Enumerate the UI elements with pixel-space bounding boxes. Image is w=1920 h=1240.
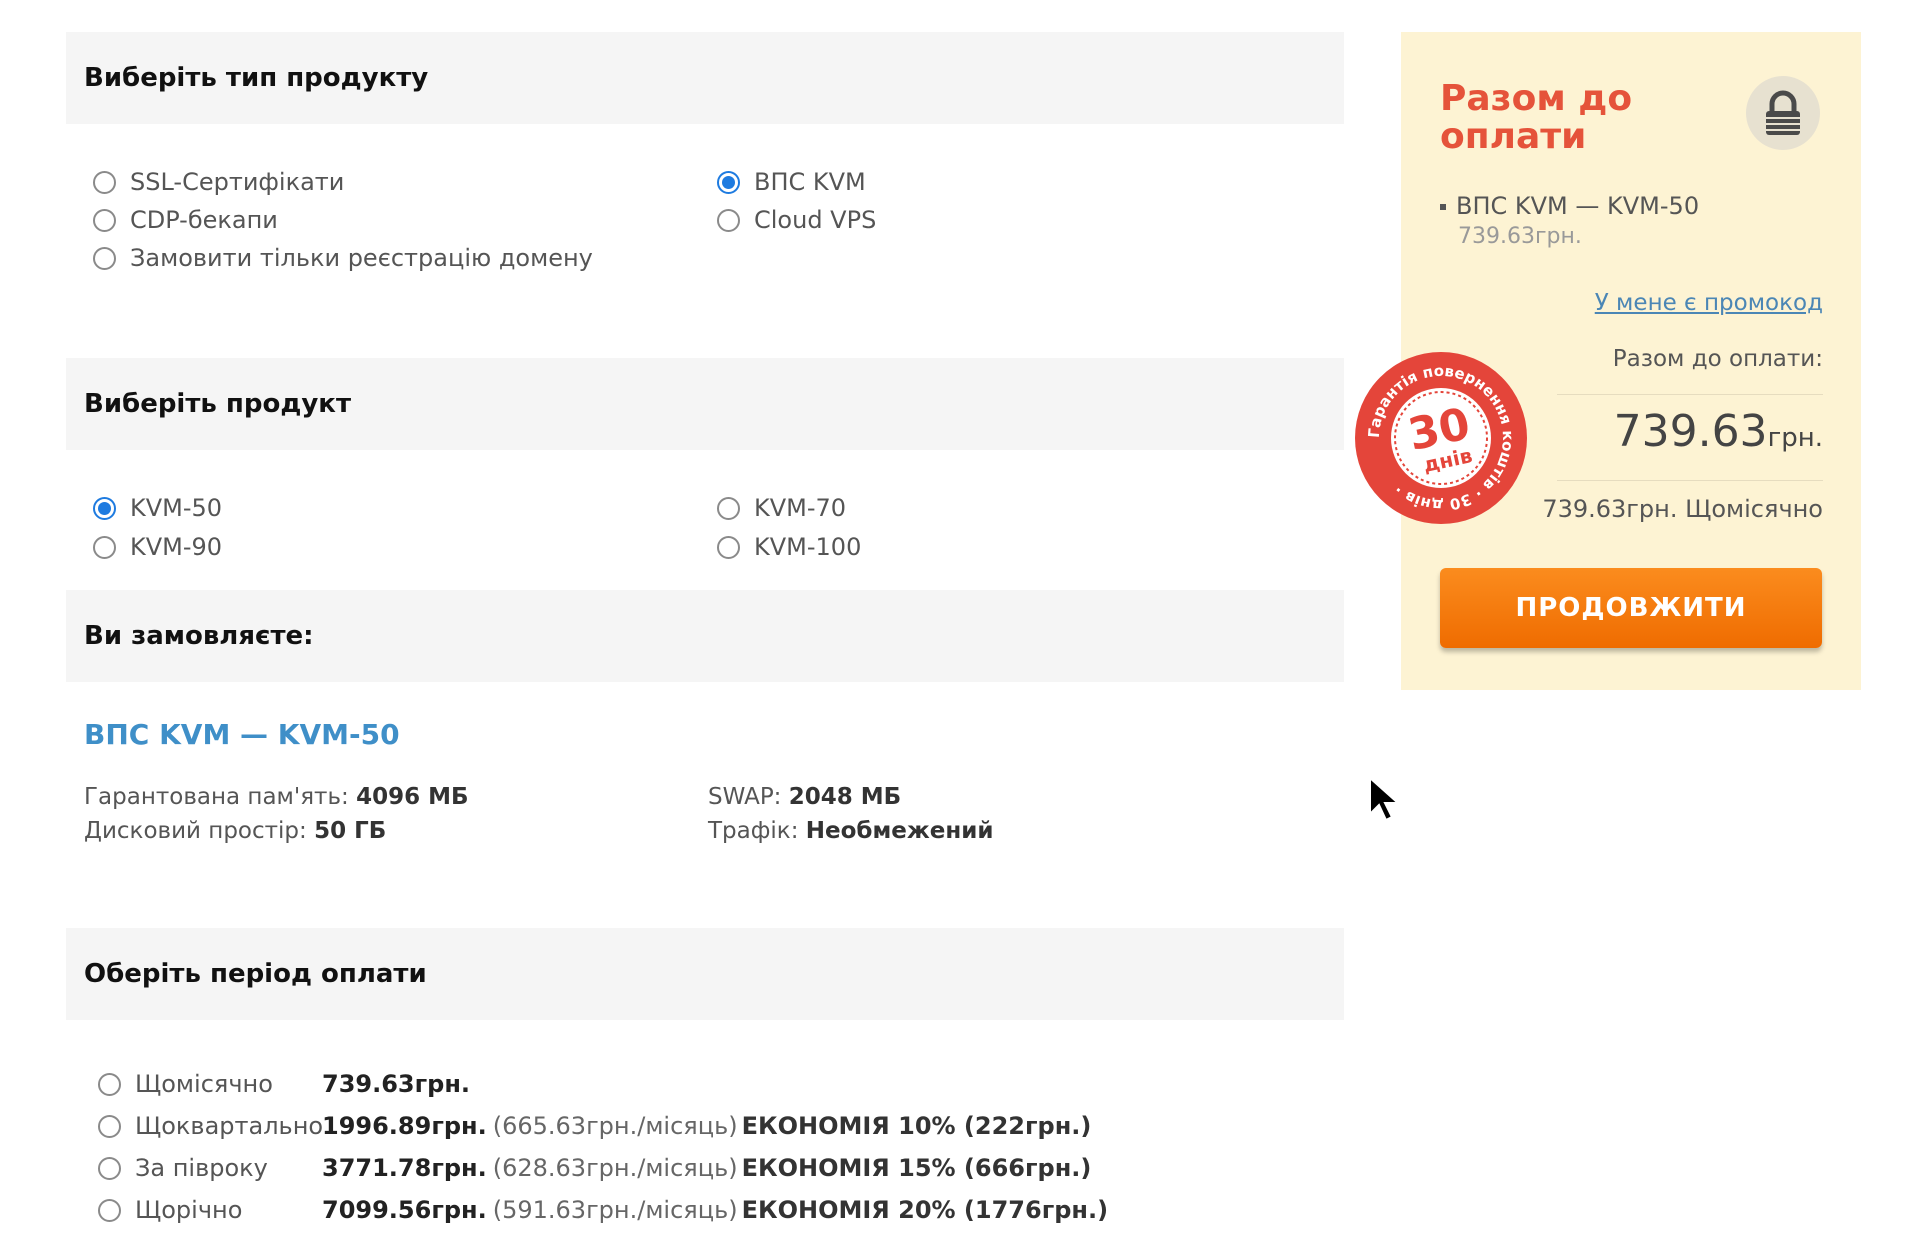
radio-label: Замовити тільки реєстрацію домену: [130, 244, 593, 272]
total-amount-value: 739.63: [1613, 406, 1768, 457]
period-price: 3771.78грн.: [322, 1154, 487, 1182]
period-label: За півроку: [135, 1154, 268, 1182]
radio-button[interactable]: [98, 1114, 121, 1138]
radio-button[interactable]: [717, 496, 740, 520]
radio-cloud-vps[interactable]: Cloud VPS: [717, 206, 876, 234]
period-price: 1996.89грн.: [322, 1112, 487, 1140]
radio-label: KVM-50: [130, 494, 223, 522]
radio-kvm-50[interactable]: KVM-50: [93, 494, 222, 522]
radio-button[interactable]: [98, 1156, 121, 1180]
radio-label: CDP-бекапи: [130, 206, 278, 234]
radio-button[interactable]: [93, 535, 116, 559]
order-product-title: ВПС KVM — KVM-50: [84, 718, 400, 751]
radio-button[interactable]: [93, 208, 116, 232]
product-type-heading: Виберіть тип продукту: [66, 32, 1344, 124]
period-monthly-price: (665.63грн./місяць): [492, 1112, 738, 1140]
product-heading: Виберіть продукт: [66, 358, 1344, 450]
radio-button[interactable]: [93, 246, 116, 270]
total-amount-currency: грн.: [1767, 423, 1823, 453]
spec-label: Дисковий простір:: [84, 818, 307, 844]
radio-button[interactable]: [98, 1198, 121, 1222]
radio-button[interactable]: [717, 535, 740, 559]
total-label: Разом до оплати:: [1612, 346, 1823, 372]
radio-label: KVM-100: [754, 533, 862, 561]
spec-value: 50 ГБ: [314, 818, 387, 844]
radio-label: Cloud VPS: [754, 206, 877, 234]
period-monthly[interactable]: Щомісячно 739.63грн.: [98, 1070, 476, 1098]
period-saving: ЕКОНОМІЯ 15% (666грн.): [741, 1154, 1092, 1182]
spec-memory: Гарантована пам'ять: 4096 МБ: [84, 784, 469, 810]
spec-label: Гарантована пам'ять:: [84, 784, 349, 810]
promo-code-link[interactable]: У мене є промокод: [1595, 290, 1823, 316]
period-label: Щомісячно: [135, 1070, 273, 1098]
period-yearly[interactable]: Щорічно 7099.56грн. (591.63грн./місяць) …: [98, 1196, 1108, 1224]
divider: [1557, 394, 1823, 395]
spec-disk: Дисковий простір: 50 ГБ: [84, 818, 386, 844]
total-period: 739.63грн. Щомісячно: [1542, 495, 1823, 523]
period-price: 739.63грн.: [322, 1070, 471, 1098]
radio-button[interactable]: [717, 208, 740, 232]
radio-button[interactable]: [98, 1072, 121, 1096]
radio-button[interactable]: [717, 170, 740, 194]
radio-button[interactable]: [93, 496, 116, 520]
billing-period-heading: Оберіть період оплати: [66, 928, 1344, 1020]
spec-value: 2048 МБ: [788, 784, 902, 810]
period-half-year[interactable]: За півроку 3771.78грн. (628.63грн./місяц…: [98, 1154, 1091, 1182]
spec-traffic: Трафік: Необмежений: [708, 818, 993, 844]
period-monthly-price: (628.63грн./місяць): [492, 1154, 738, 1182]
spec-value: 4096 МБ: [356, 784, 469, 810]
summary-item-price: 739.63грн.: [1458, 224, 1582, 249]
radio-label: SSL-Сертифікати: [130, 168, 345, 196]
summary-title: Разом до оплати: [1440, 78, 1633, 157]
period-saving: ЕКОНОМІЯ 20% (1776грн.): [741, 1196, 1109, 1224]
divider: [1557, 480, 1823, 481]
summary-item-name: ВПС KVM — KVM-50: [1440, 192, 1699, 220]
lock-icon: [1746, 76, 1820, 150]
radio-label: KVM-70: [754, 494, 847, 522]
cursor-icon: [1368, 775, 1404, 824]
radio-domain-only[interactable]: Замовити тільки реєстрацію домену: [93, 244, 593, 272]
radio-cdp-backups[interactable]: CDP-бекапи: [93, 206, 278, 234]
spec-value: Необмежений: [805, 818, 994, 844]
period-label: Щоквартально: [135, 1112, 324, 1140]
period-label: Щорічно: [135, 1196, 243, 1224]
radio-label: ВПС KVM: [754, 168, 866, 196]
spec-label: SWAP:: [708, 784, 782, 810]
money-back-guarantee-badge: Гарантія повернення коштів · 30 днів · 3…: [1353, 350, 1529, 526]
radio-label: KVM-90: [130, 533, 223, 561]
radio-ssl-certificates[interactable]: SSL-Сертифікати: [93, 168, 344, 196]
period-price: 7099.56грн.: [322, 1196, 487, 1224]
spec-label: Трафік:: [708, 818, 799, 844]
continue-button[interactable]: ПРОДОВЖИТИ: [1440, 568, 1822, 648]
period-saving: ЕКОНОМІЯ 10% (222грн.): [741, 1112, 1092, 1140]
total-amount: 739.63грн.: [1614, 406, 1823, 457]
radio-kvm-100[interactable]: KVM-100: [717, 533, 861, 561]
period-monthly-price: (591.63грн./місяць): [492, 1196, 738, 1224]
spec-swap: SWAP: 2048 МБ: [708, 784, 901, 810]
radio-kvm-70[interactable]: KVM-70: [717, 494, 846, 522]
radio-vps-kvm[interactable]: ВПС KVM: [717, 168, 866, 196]
period-quarterly[interactable]: Щоквартально 1996.89грн. (665.63грн./міс…: [98, 1112, 1091, 1140]
radio-kvm-90[interactable]: KVM-90: [93, 533, 222, 561]
order-heading: Ви замовляєте:: [66, 590, 1344, 682]
radio-button[interactable]: [93, 170, 116, 194]
